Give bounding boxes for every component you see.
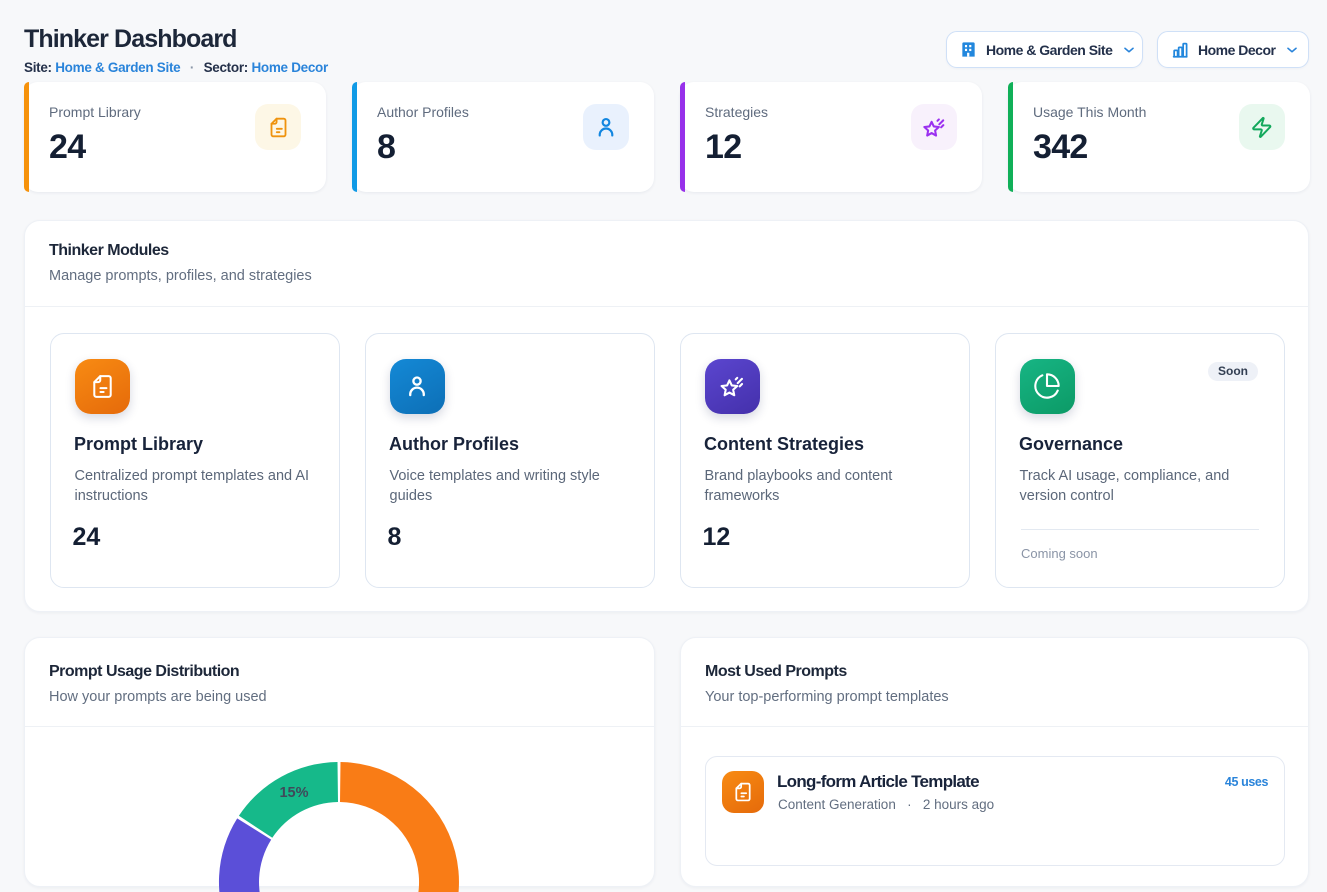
svg-text:15%: 15% xyxy=(279,785,308,801)
